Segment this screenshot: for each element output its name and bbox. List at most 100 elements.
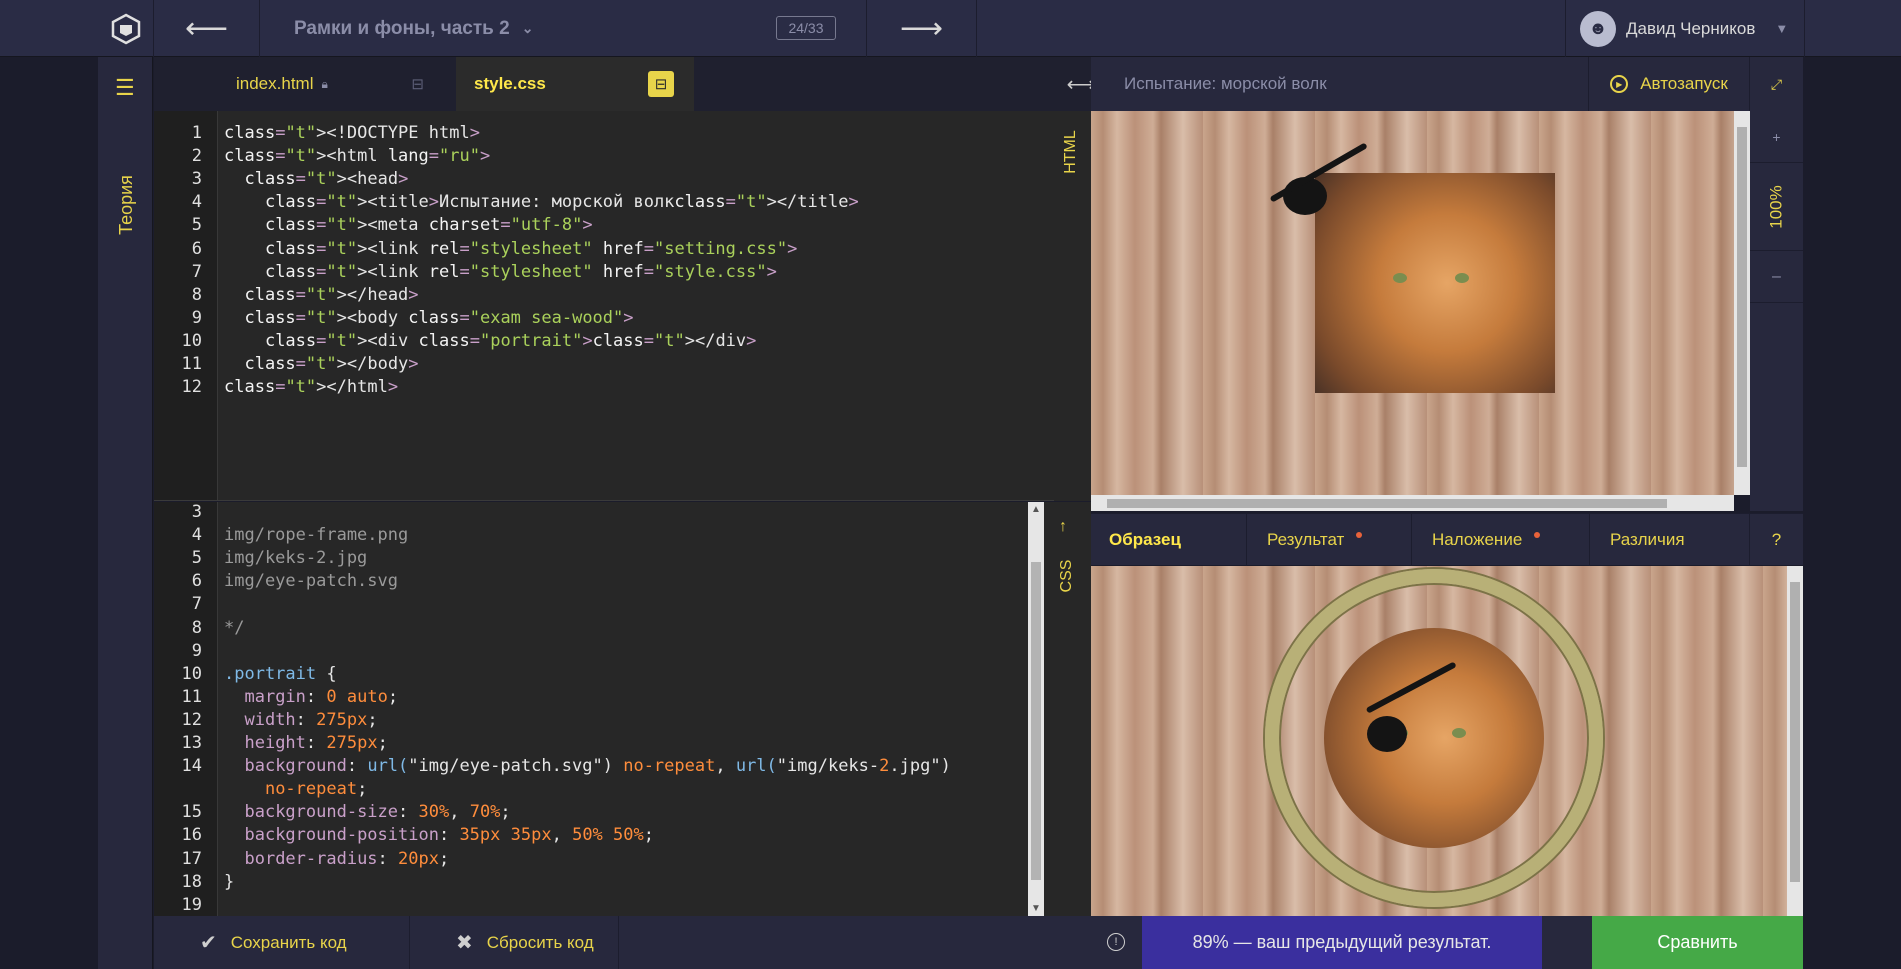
code-line[interactable]: border-radius: 20px;	[224, 849, 449, 869]
preview-title: Испытание: морской волк	[1124, 74, 1327, 93]
code-line[interactable]: class="t"><link rel="stylesheet" href="s…	[224, 262, 777, 282]
tab-diff[interactable]: Различия	[1590, 514, 1750, 566]
css-scrollbar[interactable]: ▲ ▼	[1028, 502, 1044, 916]
preview-horizontal-scrollbar[interactable]	[1091, 495, 1734, 511]
sample-preview[interactable]	[1091, 566, 1789, 916]
zoom-controls: + 100% –	[1750, 111, 1803, 511]
code-line[interactable]: background-position: 35px 35px, 50% 50%;	[224, 825, 654, 845]
zoom-in-button[interactable]: +	[1750, 111, 1803, 163]
prev-lesson-button[interactable]: ⟵	[154, 0, 260, 57]
code-line[interactable]: class="t"><title>Испытание: морской волк…	[224, 192, 859, 212]
line-number: 7	[191, 594, 202, 615]
lesson-title: Рамки и фоны, часть 2	[294, 17, 510, 39]
tab-label: Результат	[1267, 530, 1345, 549]
code-line[interactable]: class="t"></body>	[224, 354, 418, 374]
line-number: 16	[181, 825, 202, 846]
line-number: 13	[181, 733, 202, 753]
code-line[interactable]: class="t"><!DOCTYPE html>	[224, 123, 480, 143]
close-icon: ✖	[456, 932, 473, 954]
play-icon: ▶	[1610, 75, 1629, 93]
reset-code-label: Сбросить код	[486, 932, 594, 952]
tab-sample[interactable]: Образец	[1091, 514, 1247, 566]
line-number: 15	[181, 802, 202, 823]
html-pane-label[interactable]: HTML	[1059, 127, 1083, 177]
user-menu[interactable]: ☻ Давид Черников ▼	[1565, 0, 1805, 57]
code-line[interactable]: class="t"><body class="exam sea-wood">	[224, 308, 633, 328]
expand-icon[interactable]: ⤢	[1750, 57, 1803, 111]
info-icon[interactable]: !	[1107, 933, 1125, 951]
lock-icon: 🔒︎	[321, 76, 328, 91]
code-line[interactable]: class="t"><meta charset="utf-8">	[224, 215, 593, 235]
code-line[interactable]: img/rope-frame.png	[224, 525, 408, 545]
compare-button[interactable]: Сравнить	[1592, 916, 1803, 969]
code-line[interactable]: background: url("img/eye-patch.svg") no-…	[224, 756, 950, 776]
line-number: 11	[181, 354, 202, 374]
line-number: 18	[181, 871, 202, 892]
css-editor[interactable]: 3 4 img/rope-frame.png 5 img/keks-2.jpg 6 img/…	[154, 502, 1054, 916]
eye	[1393, 273, 1407, 283]
split-icon[interactable]: ⊟	[411, 75, 424, 93]
autorun-button[interactable]: ▶ Автозапуск	[1588, 57, 1750, 111]
code-line[interactable]: class="t"><div class="portrait">class="t…	[224, 331, 756, 351]
code-line[interactable]: }	[224, 872, 234, 892]
next-lesson-button[interactable]: ⟶	[867, 0, 977, 57]
autorun-label: Автозапуск	[1640, 74, 1728, 93]
line-number: 19	[181, 894, 202, 915]
check-icon: ✔	[200, 932, 217, 954]
line-number: 3	[191, 502, 202, 522]
top-bar: ⟵ Рамки и фоны, часть 2 ⌄ 24/33 ⟶ ☻ Дави…	[0, 0, 1901, 57]
reset-code-button[interactable]: ✖ Сбросить код	[410, 916, 619, 969]
help-button[interactable]: ?	[1750, 514, 1803, 566]
code-line[interactable]: class="t"><html lang="ru">	[224, 146, 490, 166]
code-line[interactable]: no-repeat;	[224, 779, 367, 799]
menu-icon[interactable]: ☰	[115, 75, 135, 101]
code-line[interactable]: width: 275px;	[224, 710, 377, 730]
scrollbar-thumb[interactable]	[1737, 127, 1747, 467]
code-line[interactable]: class="t"></html>	[224, 377, 398, 397]
zoom-value: 100%	[1766, 184, 1786, 229]
tab-overlay[interactable]: Наложение	[1412, 514, 1590, 566]
code-line[interactable]: */	[224, 618, 244, 638]
preview-vertical-scrollbar[interactable]	[1734, 111, 1750, 495]
result-preview[interactable]	[1091, 111, 1749, 495]
scrollbar-thumb[interactable]	[1790, 582, 1800, 882]
resize-horizontal-icon[interactable]: ⟷	[1067, 57, 1095, 111]
code-line[interactable]: img/eye-patch.svg	[224, 571, 398, 591]
line-number: 12	[181, 709, 202, 730]
css-pane-label[interactable]: CSS	[1055, 553, 1079, 599]
line-number: 12	[181, 377, 202, 398]
split-icon[interactable]: ⊟	[648, 71, 674, 97]
arrow-up-icon[interactable]: ↑	[1059, 518, 1067, 536]
html-editor[interactable]: 1 class="t"><!DOCTYPE html> 2 class="t"><ht…	[154, 111, 1054, 501]
logo-icon[interactable]	[98, 0, 154, 57]
rope-frame	[1265, 569, 1603, 907]
tab-result[interactable]: Результат	[1247, 514, 1412, 566]
tab-index-html[interactable]: index.html 🔒︎ ⊟	[154, 57, 456, 111]
line-number: 5	[191, 548, 202, 569]
save-code-button[interactable]: ✔ Сохранить код	[154, 916, 410, 969]
theory-tab[interactable]: Теория	[106, 175, 146, 235]
eye	[1455, 273, 1469, 283]
code-line[interactable]: class="t"><link rel="stylesheet" href="s…	[224, 239, 797, 259]
code-line[interactable]: class="t"><head>	[224, 169, 408, 189]
sidebar: ☰ Теория	[98, 57, 153, 969]
code-line[interactable]: class="t"></head>	[224, 285, 418, 305]
zoom-out-button[interactable]: –	[1750, 251, 1803, 303]
code-line[interactable]: height: 275px;	[224, 733, 387, 753]
scroll-up-icon[interactable]: ▲	[1028, 504, 1044, 515]
sample-vertical-scrollbar[interactable]	[1787, 566, 1803, 916]
scroll-down-icon[interactable]: ▼	[1028, 903, 1044, 914]
avatar: ☻	[1580, 10, 1616, 47]
code-line[interactable]: .portrait {	[224, 664, 337, 684]
code-line[interactable]: background-size: 30%, 70%;	[224, 802, 510, 822]
scrollbar-thumb[interactable]	[1107, 499, 1667, 508]
editor-actions: ✔ Сохранить код ✖ Сбросить код	[154, 916, 1091, 969]
code-line[interactable]: margin: 0 auto;	[224, 687, 398, 707]
tab-style-css[interactable]: style.css ⊟	[456, 57, 694, 111]
chevron-down-icon: ▼	[1775, 21, 1789, 36]
scrollbar-thumb[interactable]	[1031, 562, 1041, 880]
line-number: 4	[191, 192, 202, 213]
line-number: 10	[181, 663, 202, 684]
line-number: 7	[191, 261, 202, 282]
code-line[interactable]: img/keks-2.jpg	[224, 548, 367, 568]
